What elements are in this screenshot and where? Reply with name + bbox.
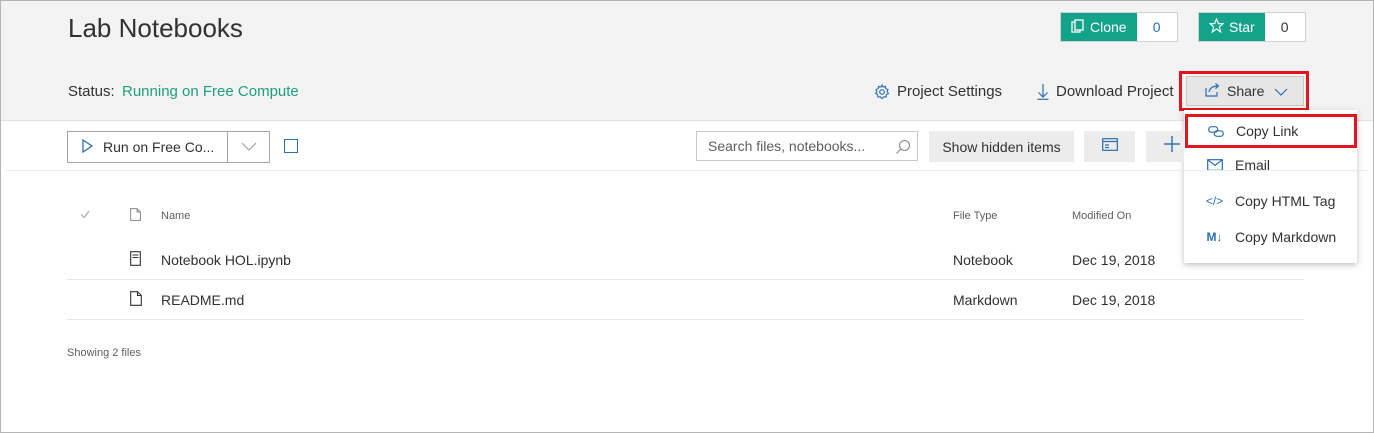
run-options-button[interactable]	[228, 132, 269, 162]
column-header-file-type[interactable]: File Type	[953, 210, 997, 222]
markdown-icon: M↓	[1206, 230, 1223, 244]
search-placeholder: Search files, notebooks...	[708, 138, 866, 154]
code-icon: </>	[1205, 194, 1224, 208]
file-name[interactable]: README.md	[161, 292, 244, 308]
chevron-down-icon	[241, 138, 257, 156]
star-icon	[1208, 17, 1225, 36]
star-label: Star	[1229, 19, 1255, 35]
notebook-icon	[130, 251, 141, 269]
file-type-icon	[130, 208, 141, 224]
terminal-button[interactable]	[1084, 131, 1135, 162]
menu-item-label: Copy Link	[1236, 123, 1299, 139]
star-count[interactable]: 0	[1265, 13, 1305, 41]
link-icon	[1207, 125, 1224, 137]
row-divider	[67, 319, 1304, 320]
search-icon	[895, 139, 911, 158]
share-icon	[1205, 82, 1221, 100]
menu-item-copy-markdown[interactable]: M↓ Copy Markdown	[1184, 220, 1357, 254]
download-icon	[1037, 83, 1049, 100]
select-all-checkbox[interactable]	[284, 139, 298, 153]
menu-item-copy-html-tag[interactable]: </> Copy HTML Tag	[1184, 184, 1357, 218]
status-value[interactable]: Running on Free Compute	[122, 83, 299, 100]
file-modified: Dec 19, 2018	[1072, 252, 1156, 268]
share-button[interactable]: Share	[1186, 76, 1304, 106]
share-label: Share	[1227, 83, 1265, 99]
chevron-down-icon	[1274, 83, 1288, 99]
download-project-link[interactable]: Download Project	[1037, 83, 1174, 100]
menu-item-copy-link[interactable]: Copy Link	[1185, 114, 1357, 148]
file-type: Markdown	[953, 292, 1018, 308]
run-on-free-compute-dropdown[interactable]: Run on Free Co...	[67, 131, 270, 163]
run-button[interactable]: Run on Free Co...	[68, 132, 228, 162]
column-header-name[interactable]: Name	[161, 210, 190, 222]
file-modified: Dec 19, 2018	[1072, 292, 1156, 308]
clone-icon	[1071, 18, 1085, 36]
clone-button[interactable]: Clone 0	[1060, 12, 1178, 42]
menu-item-email[interactable]: Email	[1184, 148, 1357, 182]
clone-label: Clone	[1090, 19, 1127, 35]
search-input[interactable]: Search files, notebooks...	[696, 131, 918, 161]
show-hidden-items-button[interactable]: Show hidden items	[929, 131, 1074, 162]
copy-link-row: Copy Link	[1185, 114, 1358, 148]
page-title: Lab Notebooks	[68, 13, 243, 43]
checkmark-icon[interactable]	[80, 210, 90, 222]
star-button[interactable]: Star 0	[1198, 12, 1306, 42]
terminal-icon	[1101, 137, 1118, 156]
file-icon	[130, 291, 142, 309]
gear-icon	[874, 83, 890, 100]
download-project-label: Download Project	[1056, 83, 1174, 100]
file-count: Showing 2 files	[67, 347, 141, 359]
project-header: Lab Notebooks Status: Running on Free Co…	[1, 1, 1373, 121]
project-settings-label: Project Settings	[897, 83, 1003, 100]
run-label: Run on Free Co...	[103, 139, 215, 155]
play-icon	[82, 138, 94, 156]
toolbar-divider	[6, 170, 1368, 171]
project-settings-link[interactable]: Project Settings	[874, 83, 1002, 100]
menu-item-label: Copy HTML Tag	[1235, 193, 1336, 209]
row-divider	[67, 279, 1304, 280]
clone-count[interactable]: 0	[1137, 13, 1177, 41]
file-type: Notebook	[953, 252, 1013, 268]
plus-icon	[1162, 134, 1182, 160]
add-item-button[interactable]	[1146, 131, 1184, 162]
menu-item-label: Copy Markdown	[1235, 229, 1337, 245]
status-label: Status:	[68, 83, 115, 100]
column-header-modified-on[interactable]: Modified On	[1072, 210, 1131, 222]
file-name[interactable]: Notebook HOL.ipynb	[161, 252, 291, 268]
